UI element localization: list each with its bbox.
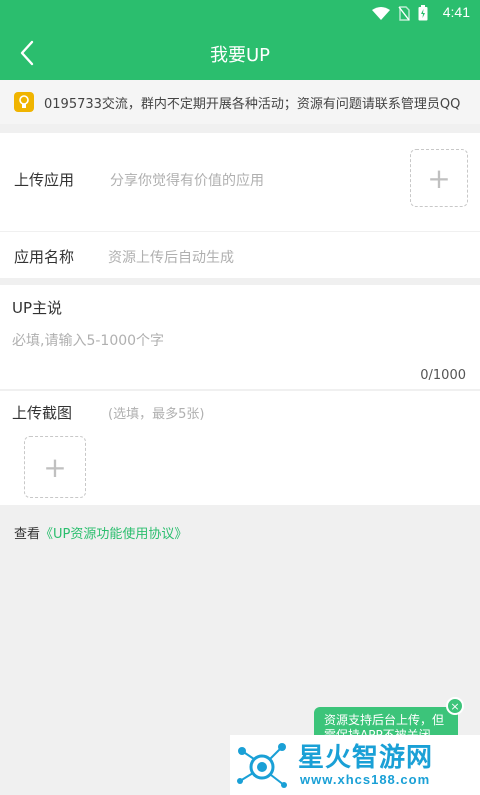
plus-icon: + [427, 161, 451, 195]
lightbulb-icon [14, 92, 34, 112]
up-says-label: UP主说 [12, 299, 63, 317]
app-name-field[interactable]: 资源上传后自动生成 [108, 247, 234, 267]
watermark-url: www.xhcs188.com [300, 772, 431, 787]
screenshots-section: 上传截图 (选填，最多5张) + [0, 391, 480, 505]
watermark-name: 星火智游网 [298, 743, 434, 773]
agreement-link[interactable]: 《UP资源功能使用协议》 [40, 527, 187, 542]
agreement-line: 查看《UP资源功能使用协议》 [14, 523, 187, 542]
add-screenshot-button[interactable]: + [24, 436, 86, 498]
page-title: 我要UP [209, 45, 271, 66]
notice-text: 0195733交流，群内不定期开展各种活动；资源有问题请联系管理员QQ [44, 97, 461, 112]
battery-icon [418, 5, 428, 25]
app-bar: 我要UP [0, 26, 480, 80]
close-icon: × [450, 699, 460, 713]
no-sim-icon [398, 5, 410, 25]
up-says-section: UP主说 必填,请输入5-1000个字 0/1000 [0, 285, 480, 389]
app-name-section: 应用名称 资源上传后自动生成 [0, 232, 480, 278]
watermark-logo [237, 743, 287, 788]
status-bar: 4:41 [0, 0, 480, 26]
plus-icon: + [43, 450, 67, 484]
wifi-icon [372, 6, 390, 25]
upload-app-section: 上传应用 分享你觉得有价值的应用 + [0, 133, 480, 231]
app-name-label: 应用名称 [14, 248, 75, 266]
char-counter: 0/1000 [420, 368, 466, 383]
toast-line-1: 资源支持后台上传，但 [324, 713, 445, 727]
agreement-prefix: 查看 [14, 527, 41, 542]
watermark: 星火智游网 www.xhcs188.com [230, 735, 480, 795]
screenshots-label: 上传截图 [12, 404, 73, 422]
status-time: 4:41 [442, 4, 470, 20]
upload-app-placeholder: 分享你觉得有价值的应用 [110, 173, 264, 189]
status-icons [372, 5, 428, 25]
up-says-textarea[interactable]: 必填,请输入5-1000个字 [12, 330, 164, 350]
notice-bar: 0195733交流，群内不定期开展各种活动；资源有问题请联系管理员QQ [0, 80, 480, 124]
upload-app-label: 上传应用 [14, 171, 75, 189]
toast-close-button[interactable]: × [446, 697, 464, 715]
screenshots-hint: (选填，最多5张) [108, 407, 205, 422]
upload-app-button[interactable]: + [410, 149, 468, 207]
